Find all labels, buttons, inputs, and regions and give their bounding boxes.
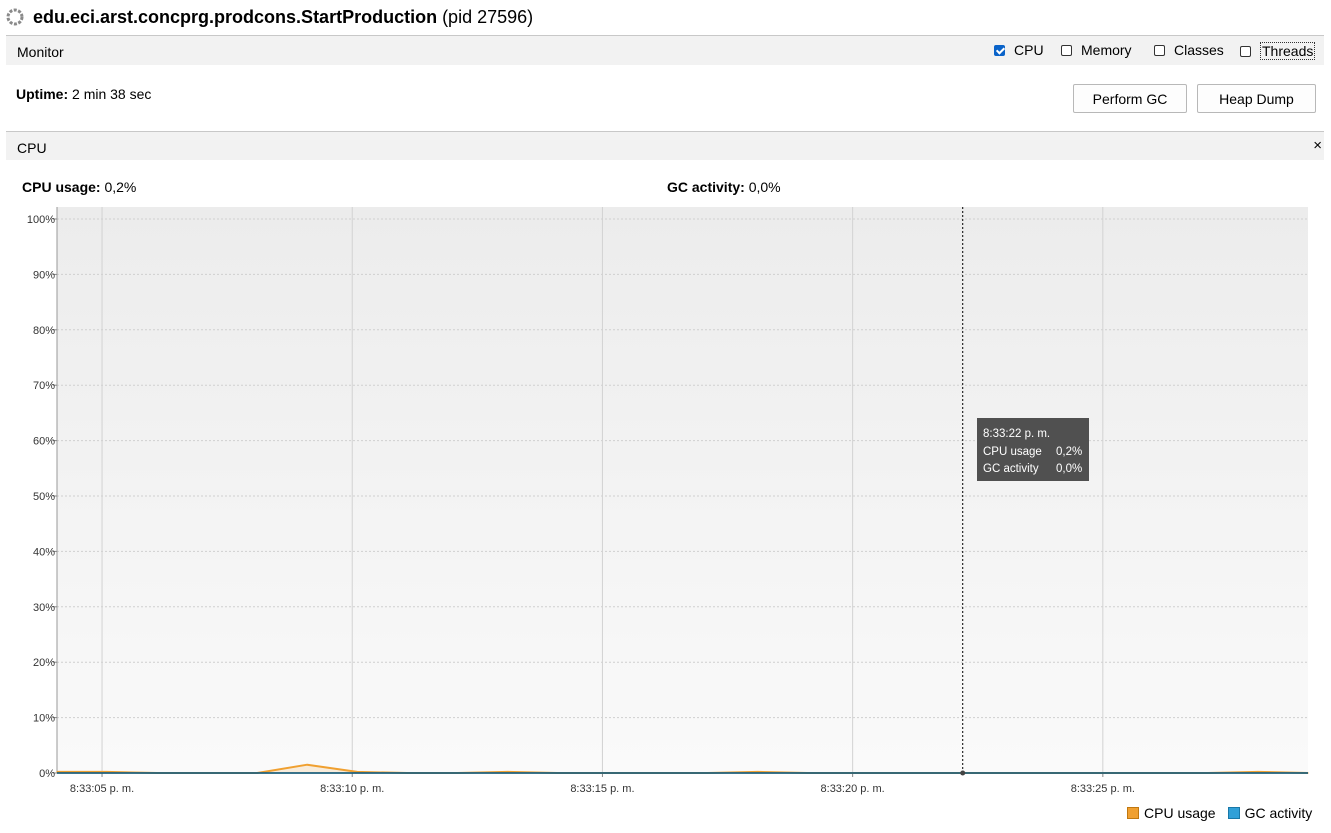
- tooltip-cpu-row: CPU usage 0,2%: [983, 444, 1089, 462]
- cpu-chart[interactable]: 0% 10% 20% 30% 40% 50% 60% 70% 80% 90% 100% 8:33:0…: [0, 200, 1331, 800]
- chart-legend: CPU usage GC activity: [1127, 805, 1312, 821]
- legend-cpu-label: CPU usage: [1144, 805, 1216, 821]
- x-tick-label: 8:33:05 p. m.: [70, 783, 134, 795]
- window-title-bar: edu.eci.arst.concprg.prodcons.StartProdu…: [6, 4, 533, 30]
- loading-spinner-icon: [6, 8, 24, 26]
- cpu-usage-label: CPU usage:: [22, 179, 101, 195]
- y-tick-label: 50%: [33, 491, 55, 503]
- heap-dump-button[interactable]: Heap Dump: [1197, 84, 1316, 113]
- y-tick-label: 60%: [33, 436, 55, 448]
- monitor-label: Monitor: [17, 44, 64, 60]
- checkbox-unchecked-icon[interactable]: [1061, 44, 1072, 56]
- y-tick-label: 100%: [27, 214, 55, 226]
- memory-checkbox-label: Memory: [1081, 42, 1132, 58]
- gc-activity-label: GC activity:: [667, 179, 745, 195]
- gc-activity-readout: GC activity: 0,0%: [667, 179, 781, 195]
- y-tick-label: 90%: [33, 269, 55, 281]
- legend-gc-label: GC activity: [1244, 805, 1313, 821]
- y-tick-label: 80%: [33, 325, 55, 337]
- cpu-usage-value: 0,2%: [104, 179, 137, 195]
- classes-checkbox-label: Classes: [1174, 42, 1224, 58]
- x-tick-label: 8:33:10 p. m.: [320, 783, 384, 795]
- y-tick-label: 20%: [33, 657, 55, 669]
- y-tick-label: 40%: [33, 546, 55, 558]
- x-tick-label: 8:33:25 p. m.: [1071, 783, 1135, 795]
- chart-tooltip: 8:33:22 p. m. CPU usage 0,2% GC activity…: [977, 418, 1089, 481]
- uptime-value: 2 min 38 sec: [72, 86, 152, 102]
- x-tick-label: 8:33:15 p. m.: [570, 783, 634, 795]
- tooltip-gc-row: GC activity 0,0%: [983, 461, 1089, 479]
- tooltip-gc-label: GC activity: [983, 463, 1039, 475]
- pid-label: (pid 27596): [442, 6, 534, 27]
- y-tick-label: 70%: [33, 380, 55, 392]
- cpu-usage-readout: CPU usage: 0,2%: [22, 179, 136, 195]
- perform-gc-button[interactable]: Perform GC: [1073, 84, 1187, 113]
- tooltip-gc-value: 0,0%: [1056, 463, 1083, 475]
- threads-checkbox-label: Threads: [1260, 42, 1316, 60]
- monitor-toolbar: Monitor CPU Memory Classes Threads: [6, 35, 1324, 65]
- legend-cpu-swatch: [1127, 807, 1139, 819]
- plot-area: [57, 207, 1308, 773]
- checkbox-checked-icon[interactable]: [994, 44, 1005, 56]
- classes-checkbox[interactable]: Classes: [1154, 42, 1224, 58]
- cpu-checkbox[interactable]: CPU: [994, 42, 1044, 58]
- threads-checkbox[interactable]: Threads: [1240, 42, 1316, 60]
- cpu-checkbox-label: CPU: [1014, 42, 1044, 58]
- tooltip-cpu-label: CPU usage: [983, 445, 1042, 458]
- y-tick-label: 10%: [33, 713, 55, 725]
- crosshair-marker: [960, 770, 966, 776]
- gc-activity-value: 0,0%: [748, 179, 781, 195]
- uptime-label: Uptime:: [16, 86, 69, 102]
- checkbox-unchecked-icon[interactable]: [1154, 44, 1165, 56]
- checkbox-unchecked-icon[interactable]: [1240, 45, 1251, 57]
- cpu-usage-point: [306, 764, 308, 766]
- tooltip-time: 8:33:22 p. m.: [983, 428, 1051, 440]
- legend-gc-swatch: [1227, 807, 1240, 819]
- y-tick-label: 0%: [39, 768, 55, 780]
- close-icon[interactable]: ×: [1313, 138, 1322, 153]
- cpu-panel-title: CPU: [17, 140, 47, 156]
- x-tick-label: 8:33:20 p. m.: [821, 783, 885, 795]
- app-title: edu.eci.arst.concprg.prodcons.StartProdu…: [33, 6, 438, 27]
- cpu-panel-header: CPU ×: [6, 131, 1324, 160]
- y-tick-label: 30%: [33, 602, 55, 614]
- tooltip-cpu-value: 0,2%: [1056, 445, 1083, 458]
- uptime-text: Uptime: 2 min 38 sec: [16, 86, 151, 102]
- memory-checkbox[interactable]: Memory: [1061, 42, 1132, 58]
